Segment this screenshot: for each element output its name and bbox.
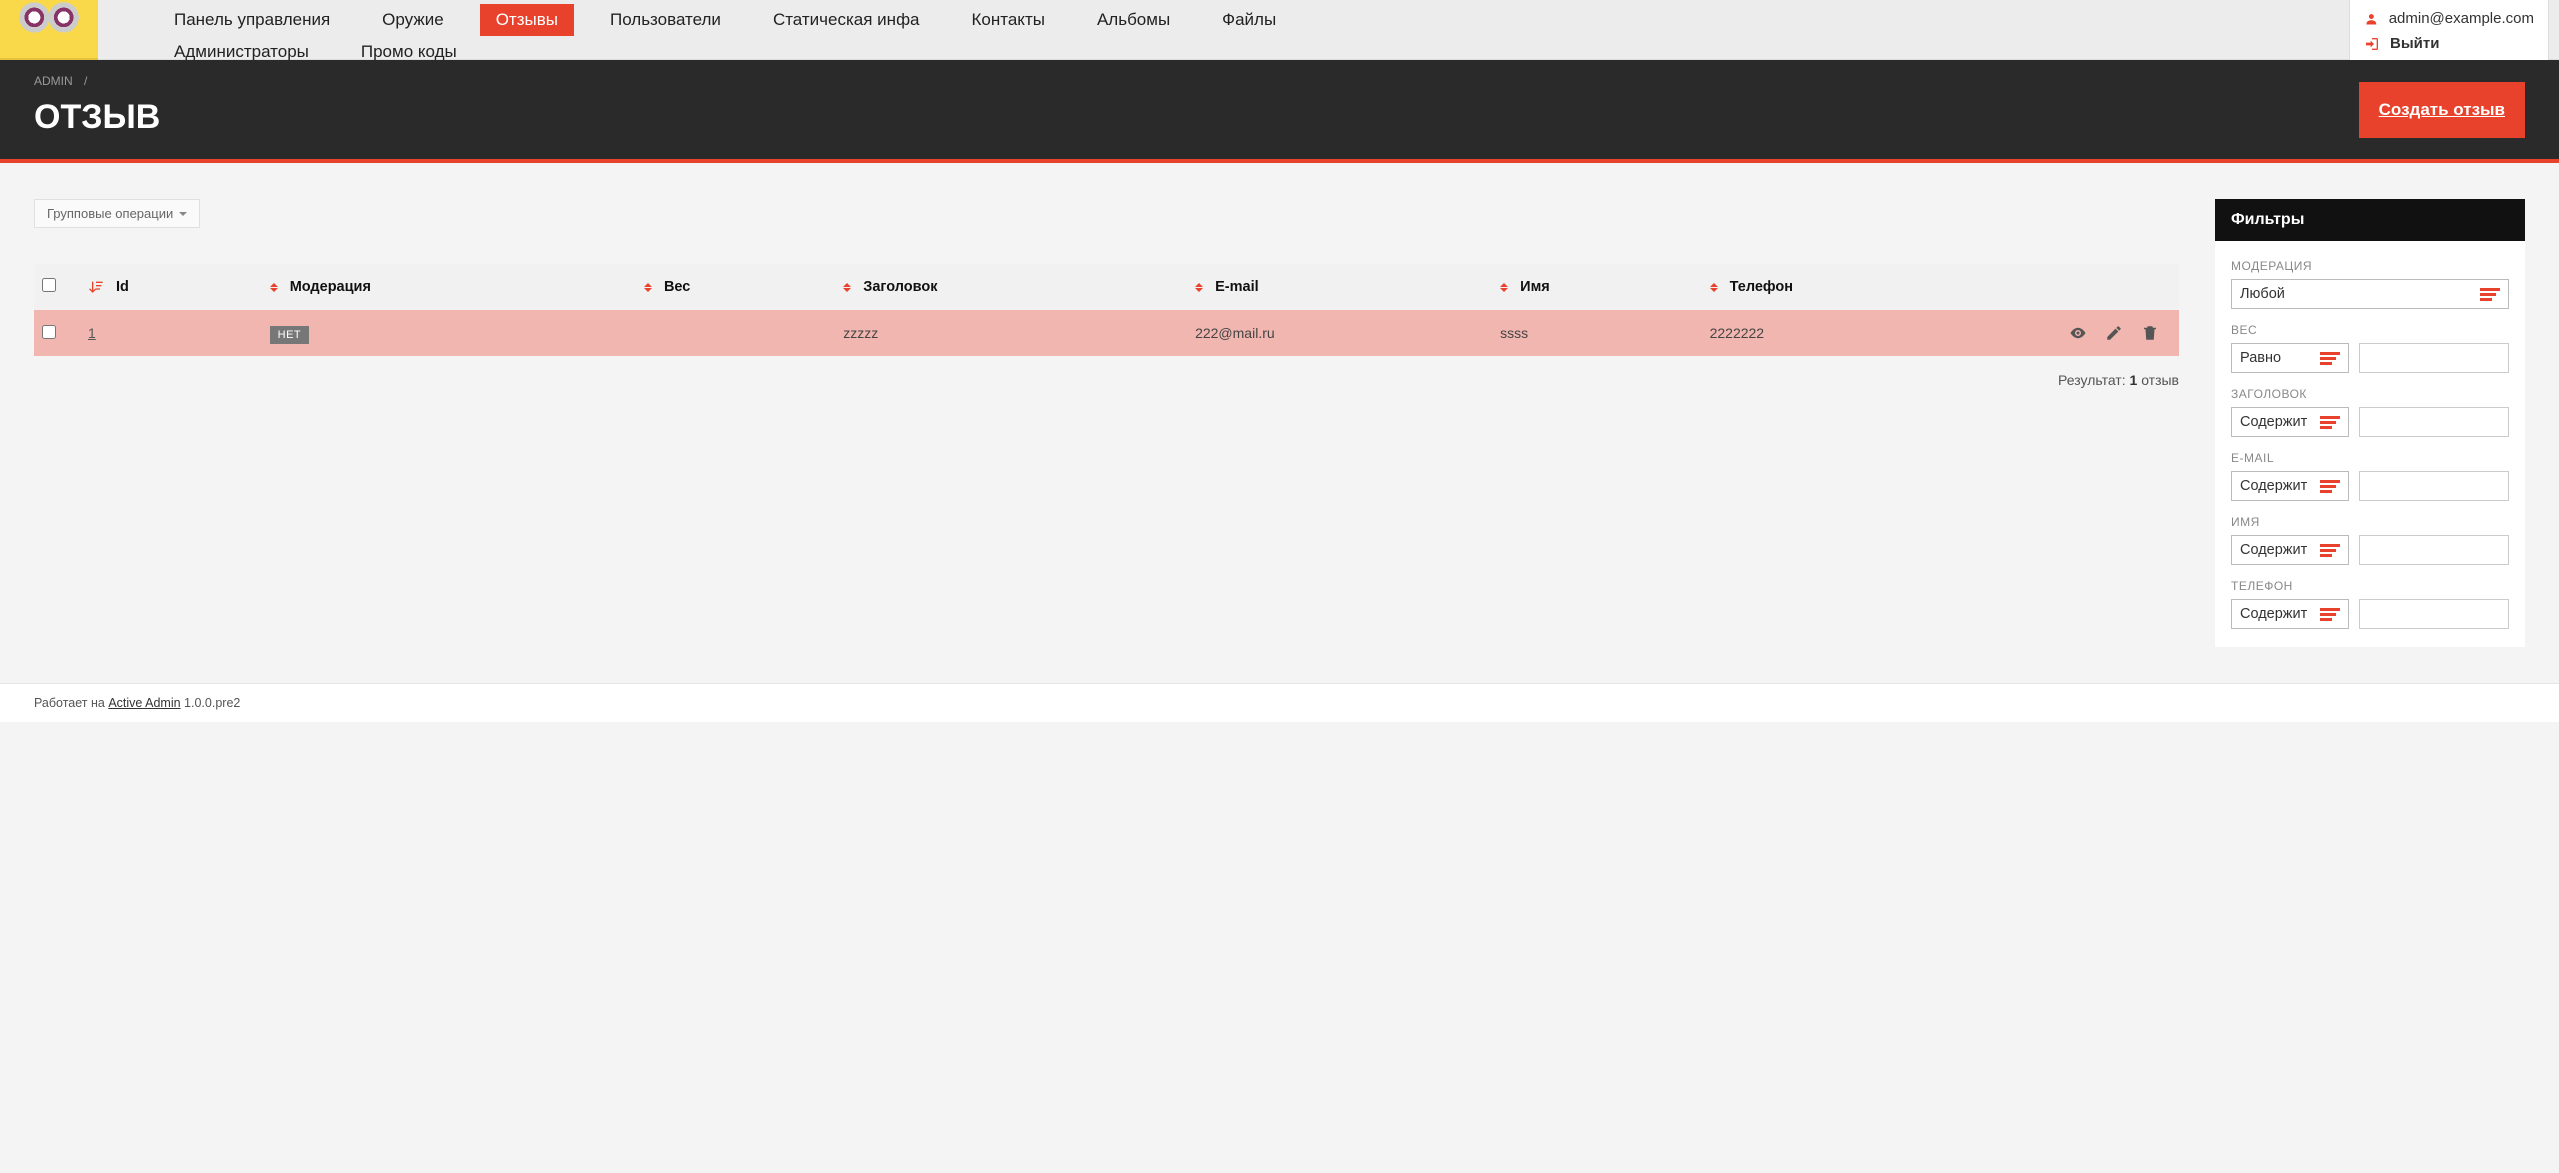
filter-operator-select[interactable]: Содержит bbox=[2231, 471, 2349, 501]
filter-group-3: E-MAIL Содержит bbox=[2231, 451, 2509, 501]
sort-icon bbox=[644, 283, 652, 292]
page-title: ОТЗЫВ bbox=[34, 98, 2525, 137]
filter-label: ЗАГОЛОВОК bbox=[2231, 387, 2509, 401]
col-id[interactable]: Id bbox=[80, 264, 262, 310]
filter-operator-select[interactable]: Любой bbox=[2231, 279, 2509, 309]
menu-icon bbox=[2320, 608, 2340, 621]
filter-value-input[interactable] bbox=[2359, 343, 2509, 373]
filter-label: E-MAIL bbox=[2231, 451, 2509, 465]
filter-value-input[interactable] bbox=[2359, 599, 2509, 629]
filters-sidebar: Фильтры МОДЕРАЦИЯ Любой ВЕС Равно ЗАГОЛОВОК С… bbox=[2215, 199, 2525, 647]
top-bar: Панель управления Оружие Отзывы Пользовател… bbox=[0, 0, 2559, 60]
chevron-down-icon bbox=[179, 212, 187, 216]
menu-icon bbox=[2320, 544, 2340, 557]
moderation-badge: НЕТ bbox=[270, 326, 310, 344]
reviews-table: Id Модерация Вес Заголовок bbox=[34, 264, 2179, 356]
cell-title: zzzzz bbox=[835, 310, 1187, 356]
sort-icon bbox=[1500, 283, 1508, 292]
col-moderation[interactable]: Модерация bbox=[262, 264, 636, 310]
nav-item-6[interactable]: Альбомы bbox=[1081, 4, 1186, 36]
filter-value-input[interactable] bbox=[2359, 535, 2509, 565]
filter-label: ИМЯ bbox=[2231, 515, 2509, 529]
nav-item-5[interactable]: Контакты bbox=[956, 4, 1061, 36]
footer: Работает на Active Admin 1.0.0.pre2 bbox=[0, 683, 2559, 722]
table-row: 1 НЕТ zzzzz 222@mail.ru ssss 2222222 bbox=[34, 310, 2179, 356]
filter-label: ВЕС bbox=[2231, 323, 2509, 337]
content: Групповые операции Id Модерация bbox=[0, 163, 2559, 683]
page-header: ADMIN / ОТЗЫВ Создать отзыв bbox=[0, 60, 2559, 163]
menu-icon bbox=[2320, 416, 2340, 429]
logout-icon bbox=[2364, 36, 2380, 52]
row-actions bbox=[2019, 310, 2179, 356]
select-all-checkbox[interactable] bbox=[42, 278, 56, 292]
sort-icon bbox=[843, 283, 851, 292]
filter-value-input[interactable] bbox=[2359, 471, 2509, 501]
nav-item-7[interactable]: Файлы bbox=[1206, 4, 1292, 36]
filter-group-1: ВЕС Равно bbox=[2231, 323, 2509, 373]
batch-actions-label: Групповые операции bbox=[47, 206, 173, 221]
filter-label: МОДЕРАЦИЯ bbox=[2231, 259, 2509, 273]
row-id-link[interactable]: 1 bbox=[88, 325, 96, 341]
filter-group-4: ИМЯ Содержит bbox=[2231, 515, 2509, 565]
logout-row[interactable]: Выйти bbox=[2364, 31, 2534, 56]
filter-operator-select[interactable]: Содержит bbox=[2231, 407, 2349, 437]
main-nav: Панель управления Оружие Отзывы Пользовател… bbox=[98, 0, 1298, 68]
nav-item-4[interactable]: Статическая инфа bbox=[757, 4, 936, 36]
menu-icon bbox=[2320, 480, 2340, 493]
batch-actions-button[interactable]: Групповые операции bbox=[34, 199, 200, 228]
cell-name: ssss bbox=[1492, 310, 1701, 356]
filter-operator-select[interactable]: Содержит bbox=[2231, 599, 2349, 629]
user-icon bbox=[2364, 11, 2379, 27]
create-review-button[interactable]: Создать отзыв bbox=[2359, 82, 2525, 138]
cell-weight bbox=[636, 310, 835, 356]
menu-icon bbox=[2320, 352, 2340, 365]
filter-value-input[interactable] bbox=[2359, 407, 2509, 437]
nav-item-2[interactable]: Отзывы bbox=[480, 4, 574, 36]
filters-title: Фильтры bbox=[2215, 199, 2525, 241]
filter-label: ТЕЛЕФОН bbox=[2231, 579, 2509, 593]
pagination-info: Результат: 1 отзыв bbox=[34, 372, 2179, 388]
delete-icon[interactable] bbox=[2141, 324, 2159, 342]
cell-phone: 2222222 bbox=[1702, 310, 2019, 356]
filter-operator-select[interactable]: Равно bbox=[2231, 343, 2349, 373]
filter-group-0: МОДЕРАЦИЯ Любой bbox=[2231, 259, 2509, 309]
logout-label: Выйти bbox=[2390, 35, 2439, 52]
col-name[interactable]: Имя bbox=[1492, 264, 1701, 310]
footer-link[interactable]: Active Admin bbox=[108, 696, 180, 710]
filter-group-5: ТЕЛЕФОН Содержит bbox=[2231, 579, 2509, 629]
sort-icon bbox=[1195, 283, 1203, 292]
row-checkbox[interactable] bbox=[42, 325, 56, 339]
breadcrumb-root[interactable]: ADMIN bbox=[34, 74, 73, 88]
table-header-row: Id Модерация Вес Заголовок bbox=[34, 264, 2179, 310]
cell-email: 222@mail.ru bbox=[1187, 310, 1492, 356]
breadcrumb-sep: / bbox=[84, 74, 87, 88]
filters-body: МОДЕРАЦИЯЛюбойВЕСРавноЗАГОЛОВОКСодержитE… bbox=[2215, 241, 2525, 647]
user-menu: admin@example.com Выйти bbox=[2349, 0, 2549, 63]
user-email: admin@example.com bbox=[2389, 10, 2534, 27]
filter-operator-select[interactable]: Содержит bbox=[2231, 535, 2349, 565]
sort-icon bbox=[1710, 283, 1718, 292]
sort-icon bbox=[270, 283, 278, 292]
edit-icon[interactable] bbox=[2105, 324, 2123, 342]
main-area: Групповые операции Id Модерация bbox=[34, 199, 2179, 388]
user-email-row[interactable]: admin@example.com bbox=[2364, 6, 2534, 31]
col-weight[interactable]: Вес bbox=[636, 264, 835, 310]
view-icon[interactable] bbox=[2069, 324, 2087, 342]
nav-item-0[interactable]: Панель управления bbox=[158, 4, 346, 36]
menu-icon bbox=[2480, 288, 2500, 301]
col-phone[interactable]: Телефон bbox=[1702, 264, 2019, 310]
col-email[interactable]: E-mail bbox=[1187, 264, 1492, 310]
sort-desc-icon bbox=[88, 279, 104, 295]
logo bbox=[0, 0, 98, 60]
col-title[interactable]: Заголовок bbox=[835, 264, 1187, 310]
filter-group-2: ЗАГОЛОВОК Содержит bbox=[2231, 387, 2509, 437]
nav-item-1[interactable]: Оружие bbox=[366, 4, 460, 36]
breadcrumb: ADMIN / bbox=[34, 74, 2525, 88]
nav-item-3[interactable]: Пользователи bbox=[594, 4, 737, 36]
